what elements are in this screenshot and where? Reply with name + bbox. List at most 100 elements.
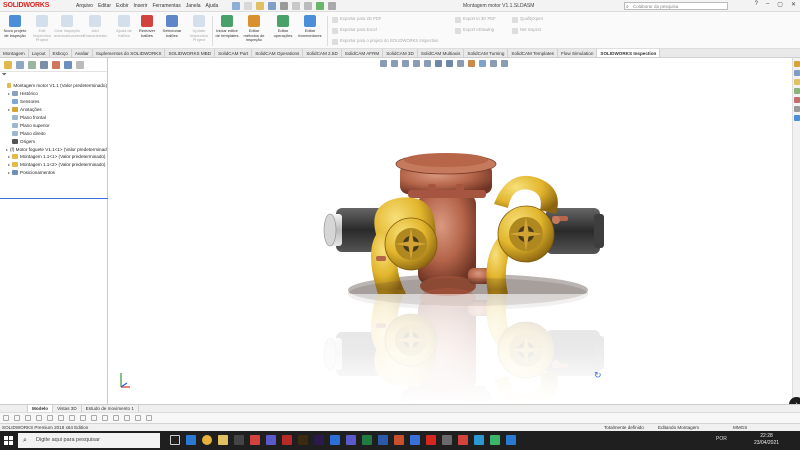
tab-mbd[interactable]: SOLIDWORKS MBD [165, 49, 216, 57]
polygon-tool-icon[interactable] [47, 415, 53, 421]
save-icon[interactable] [268, 1, 277, 10]
rectangle-tool-icon[interactable] [36, 415, 42, 421]
app-icon-4[interactable] [410, 435, 420, 445]
tab-montagem[interactable]: Montagem [0, 49, 29, 57]
minimize-icon[interactable]: – [766, 1, 769, 8]
solidcam-icon[interactable] [793, 115, 800, 121]
engine-assembly-model[interactable] [108, 58, 792, 404]
edit-inspection-project-button[interactable]: Edit Inspection Project [29, 15, 55, 43]
rotate-view-icon[interactable]: ↻ [594, 370, 602, 381]
graphics-viewport[interactable]: ↻ [108, 58, 792, 404]
app-icon-7[interactable] [474, 435, 484, 445]
net-inspect-item[interactable]: Net Inspect [512, 25, 543, 36]
tab-vistas-3d[interactable]: Vistas 3D [53, 405, 82, 412]
circle-tool-icon[interactable] [14, 415, 20, 421]
template-editor-button[interactable]: Iniciar editor de templates [214, 15, 240, 38]
menu-item-ajuda[interactable]: Ajuda [206, 3, 219, 9]
windows-start-icon[interactable] [4, 436, 13, 445]
export-edrawing-item[interactable]: Export eDrawing [455, 25, 496, 36]
point-tool-icon[interactable] [69, 415, 75, 421]
rollback-bar[interactable] [0, 198, 108, 199]
tree-item[interactable]: ▸ (f) Motor foguete V1.1<1> (Valor predet… [0, 145, 107, 153]
tab-solidcam-3d[interactable]: SolidCAM 3D [383, 49, 418, 57]
text-tool-icon[interactable] [80, 415, 86, 421]
arc-tool-icon[interactable] [25, 415, 31, 421]
task-view-icon[interactable] [170, 435, 180, 445]
home-icon[interactable] [232, 1, 241, 10]
tab-solidcam-templates[interactable]: SolidCAM Templates [508, 49, 558, 57]
menu-item-ferramentas[interactable]: Ferramentas [152, 3, 180, 9]
app-icon-8[interactable] [490, 435, 500, 445]
menu-item-exibir[interactable]: Exibir [116, 3, 129, 9]
tab-layout[interactable]: Layout [29, 49, 50, 57]
edit-inspection-methods-button[interactable]: Editar métodos de inspeção [241, 15, 267, 43]
tab-avaliar[interactable]: Avaliar [72, 49, 93, 57]
tree-item[interactable]: Plano superior [0, 121, 107, 129]
line-tool-icon[interactable] [3, 415, 9, 421]
tree-item[interactable]: Sensores [0, 98, 107, 106]
taskbar-search-input[interactable]: ⌕ Digite aqui para pesquisar [18, 433, 160, 448]
tab-solidcam-turning[interactable]: SolidCAM Turning [464, 49, 509, 57]
tree-item[interactable]: ▸ Anotações [0, 106, 107, 114]
acrobat-icon[interactable] [282, 435, 292, 445]
tree-item[interactable]: ▸ Histórico [0, 90, 107, 98]
tab-modelo[interactable]: Modelo [28, 405, 54, 412]
app-icon-3[interactable] [330, 435, 340, 445]
dimxpert-icon[interactable] [40, 60, 48, 69]
export-inspection-project-item[interactable]: Exportar para o projeto do SOLIDWORKS In… [332, 36, 438, 47]
tab-solidcam-afrm[interactable]: SolidCAM AFRM [342, 49, 384, 57]
app-icon-9[interactable] [506, 435, 516, 445]
taskbar-clock[interactable]: 22:28 23/04/2021 [754, 433, 779, 446]
tree-filter[interactable]: ⏷ [0, 72, 107, 82]
export-excel-item[interactable]: Exportar para Excel [332, 25, 438, 36]
export-3d-pdf-item[interactable]: Export to 3D PDF [455, 14, 496, 25]
app-icon-5[interactable] [442, 435, 452, 445]
spline-tool-icon[interactable] [58, 415, 64, 421]
add-characteristic-button[interactable]: Add Characteristic [82, 15, 108, 38]
more-icon[interactable] [76, 60, 84, 69]
qualityxpert-item[interactable]: QualityXpert [512, 14, 543, 25]
offset-tool-icon[interactable] [102, 415, 108, 421]
menu-item-arquivo[interactable]: Arquivo [76, 3, 93, 9]
options-icon[interactable] [328, 1, 337, 10]
edit-operations-button[interactable]: Editar operações [270, 15, 296, 38]
undo-icon[interactable] [292, 1, 301, 10]
tab-flow-simulation[interactable]: Flow Simulation [558, 49, 598, 57]
tree-item[interactable]: Plano direito [0, 129, 107, 137]
configuration-manager-icon[interactable] [28, 60, 36, 69]
search-input[interactable]: ⌕ Colaborar da pesquisa [624, 2, 728, 10]
solidworks-taskbar-icon[interactable] [426, 435, 436, 445]
unit-system[interactable]: MMGS [733, 425, 747, 430]
solidworks-logo[interactable]: SOLIDWORKS [0, 0, 60, 12]
word-icon[interactable] [378, 435, 388, 445]
open-folder-icon[interactable] [256, 1, 265, 10]
tab-solidcam-operations[interactable]: SolidCAM Operations [252, 49, 304, 57]
tab-solidcam-multiaxis[interactable]: SolidCAM Multiaxis [418, 49, 465, 57]
app-icon-2[interactable] [266, 435, 276, 445]
file-explorer-icon[interactable] [218, 435, 228, 445]
tab-suplementos[interactable]: Suplementos do SOLIDWORKS [93, 49, 166, 57]
view-palette-icon[interactable] [793, 88, 800, 94]
tree-item[interactable]: ▸ Montagem 1.1<1> (Valor predeterminado) [0, 153, 107, 161]
tree-item[interactable]: Montagem motor V1.1 (Valor predeterminad… [0, 82, 107, 90]
tab-motion-study[interactable]: Estudo de movimento 1 [82, 405, 139, 412]
mirror-tool-icon[interactable] [113, 415, 119, 421]
tree-item[interactable]: ▸ Posicionamentos [0, 169, 107, 177]
new-inspection-project-button[interactable]: Novo projeto de inspeção [2, 15, 28, 38]
file-explorer-icon[interactable] [793, 79, 800, 85]
traffic-light-icon[interactable] [316, 1, 325, 10]
close-icon[interactable]: ✕ [791, 1, 796, 8]
app-icon-1[interactable] [250, 435, 260, 445]
edit-suppliers-button[interactable]: Editar fornecedores [297, 15, 323, 38]
tab-solidworks-inspection[interactable]: SOLIDWORKS Inspection [597, 49, 661, 57]
teams-icon[interactable] [346, 435, 356, 445]
display-manager-icon[interactable] [52, 60, 60, 69]
expand-arrow-icon[interactable]: ▸ [6, 147, 8, 152]
update-inspection-project-button[interactable]: Update Inspection Project [186, 15, 212, 43]
auto-create-inspection-button[interactable]: Criar inspeção automaticamente [54, 15, 85, 38]
tree-item[interactable]: Plano frontal [0, 114, 107, 122]
design-library-icon[interactable] [793, 70, 800, 76]
store-icon[interactable] [234, 435, 244, 445]
language-indicator[interactable]: POR [716, 436, 727, 442]
select-icon[interactable] [304, 1, 313, 10]
